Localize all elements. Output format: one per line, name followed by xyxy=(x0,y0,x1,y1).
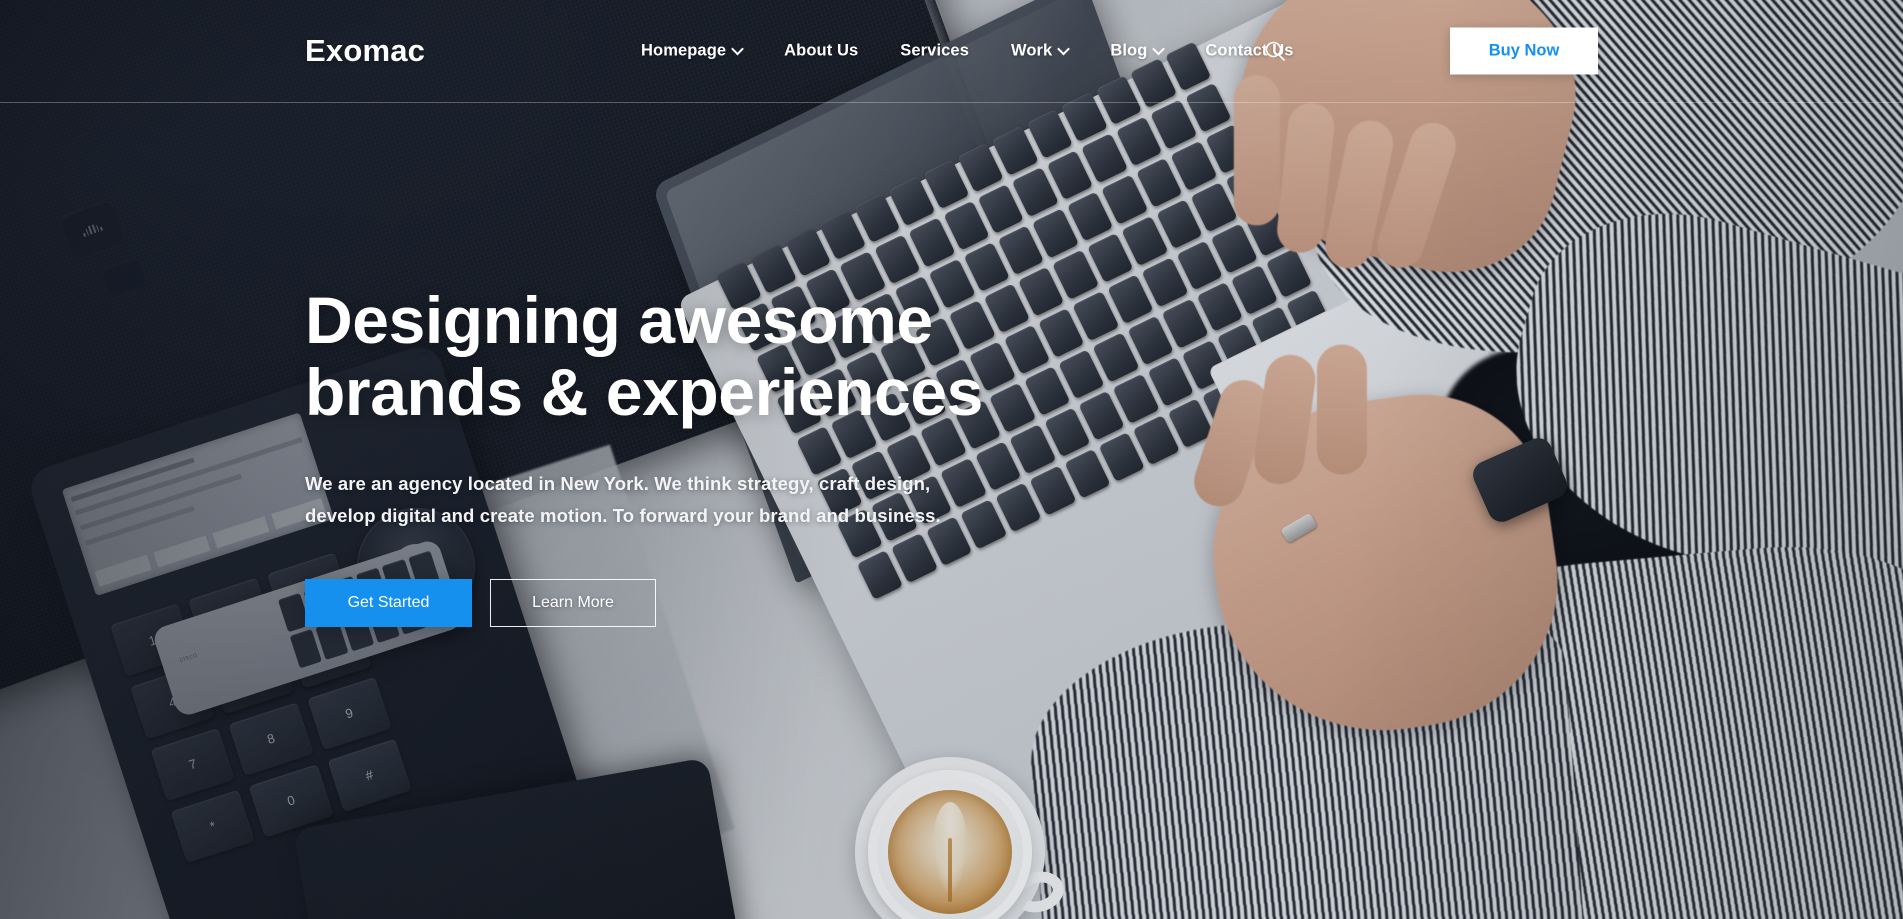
buy-now-button[interactable]: Buy Now xyxy=(1450,27,1598,75)
site-logo[interactable]: Exomac xyxy=(305,33,425,69)
learn-more-label: Learn More xyxy=(532,593,614,611)
get-started-label: Get Started xyxy=(347,593,430,611)
nav-item-contact-us[interactable]: Contact Us xyxy=(1184,42,1314,61)
nav-label-blog: Blog xyxy=(1110,41,1148,60)
hero-content: Designing awesome brands & experiences W… xyxy=(305,283,1125,627)
hero-subtitle-line-1: We are an agency located in New York. We… xyxy=(305,472,931,494)
nav-label-services: Services xyxy=(900,41,969,60)
search-button[interactable] xyxy=(1258,34,1292,68)
buy-now-label: Buy Now xyxy=(1488,41,1560,60)
learn-more-button[interactable]: Learn More xyxy=(490,578,656,627)
hero-section: 123 456 789 *0# cisco xyxy=(0,0,1903,919)
chevron-down-icon xyxy=(733,45,742,54)
get-started-button[interactable]: Get Started xyxy=(305,578,472,627)
nav-label-work: Work xyxy=(1010,41,1053,60)
nav-label-homepage: Homepage xyxy=(641,41,727,60)
hero-subtitle-line-2: develop digital and create motion. To fo… xyxy=(305,504,941,526)
hero-action-buttons: Get Started Learn More xyxy=(305,578,1125,627)
nav-item-about-us[interactable]: About Us xyxy=(763,42,879,61)
hero-title-line-2: brands & experiences xyxy=(305,354,983,429)
hero-title-line-1: Designing awesome xyxy=(305,283,933,357)
chevron-down-icon xyxy=(1154,45,1163,54)
chevron-down-icon xyxy=(1059,45,1068,54)
search-icon xyxy=(1265,41,1285,61)
main-navigation: Homepage About Us Services Work Blog Con… xyxy=(620,42,1315,61)
nav-item-blog[interactable]: Blog xyxy=(1089,42,1184,61)
nav-item-services[interactable]: Services xyxy=(879,42,990,61)
hero-subtitle: We are an agency located in New York. We… xyxy=(305,468,1005,532)
nav-item-work[interactable]: Work xyxy=(990,42,1089,61)
hero-title: Designing awesome brands & experiences xyxy=(305,283,1125,429)
nav-label-about-us: About Us xyxy=(784,41,859,60)
nav-item-homepage[interactable]: Homepage xyxy=(620,42,763,61)
site-header: Exomac Homepage About Us Services Work B… xyxy=(0,0,1903,103)
